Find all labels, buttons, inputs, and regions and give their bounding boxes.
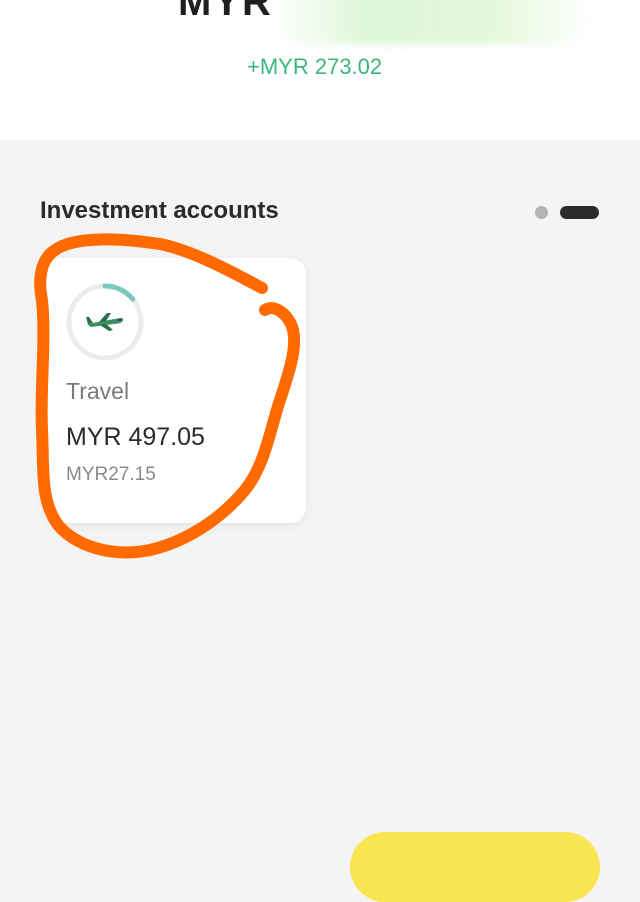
airplane-icon [86, 313, 124, 331]
pager-dot-inactive[interactable] [535, 205, 548, 219]
section-title: Investment accounts [40, 197, 279, 224]
account-value: MYR 497.05 [66, 423, 205, 451]
pager-indicator[interactable] [535, 205, 599, 219]
balance-amount-mask [272, 0, 592, 44]
portfolio-header: MYR +MYR 273.02 [0, 0, 640, 140]
account-card-travel[interactable]: Travel MYR 497.05 MYR27.15 [44, 258, 306, 523]
balance-currency: MYR [178, 0, 273, 24]
account-name: Travel [66, 378, 130, 404]
account-gain: MYR27.15 [66, 464, 156, 485]
balance-change: +MYR 273.02 [247, 54, 383, 79]
primary-action-button[interactable] [350, 832, 600, 902]
pager-dot-active[interactable] [560, 205, 599, 219]
